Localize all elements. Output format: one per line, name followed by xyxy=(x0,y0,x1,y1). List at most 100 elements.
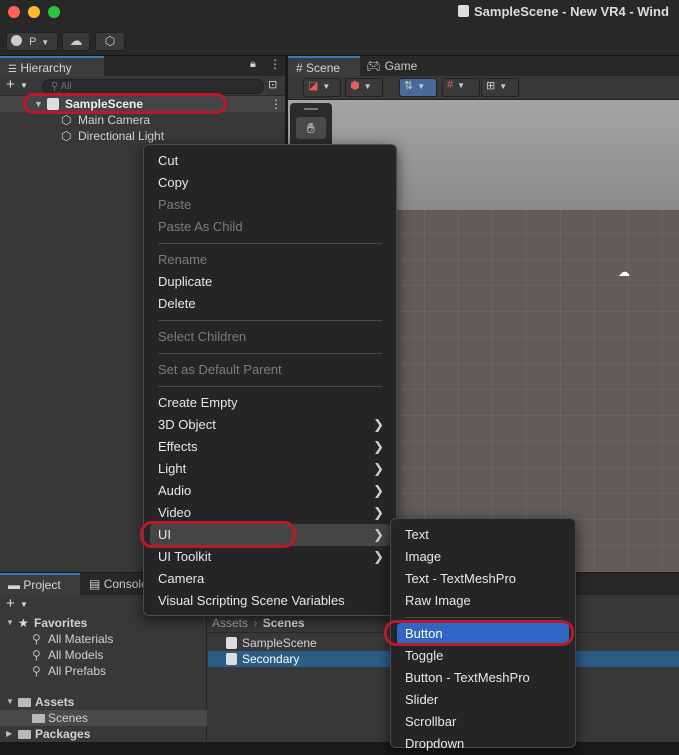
chevron-right-icon: ❯ xyxy=(373,461,384,476)
collab-button[interactable]: ⬡ xyxy=(95,32,125,51)
menu-item-slider[interactable]: Slider xyxy=(397,689,569,711)
draw-mode-button[interactable]: ◪ ▼ xyxy=(303,78,341,97)
cloud-icon: ☁ xyxy=(69,33,83,48)
more-options-icon[interactable]: ⋮ xyxy=(269,57,281,71)
folder-icon xyxy=(18,730,31,739)
menu-item-camera[interactable]: Camera xyxy=(150,568,390,590)
menu-item-ui-toolkit[interactable]: UI Toolkit ❯ xyxy=(150,546,390,568)
tree-label: All Materials xyxy=(48,632,114,646)
add-icon[interactable]: + xyxy=(6,76,15,93)
unity-scene-icon xyxy=(226,653,237,665)
menu-separator xyxy=(158,386,382,387)
gizmo-toggle-button[interactable]: ⇅ ▼ xyxy=(399,78,437,97)
star-icon: ★ xyxy=(18,616,29,630)
chevron-right-icon: ❯ xyxy=(373,483,384,498)
menu-item-delete[interactable]: Delete xyxy=(150,293,390,315)
chevron-right-icon: ❯ xyxy=(373,505,384,520)
menu-item-label: Light xyxy=(158,461,187,476)
zoom-window-button[interactable] xyxy=(48,6,60,18)
chevron-down-icon[interactable]: ▼ xyxy=(20,600,28,609)
account-icon xyxy=(11,35,22,46)
hierarchy-item-directional-light[interactable]: ⬡ Directional Light xyxy=(0,128,285,144)
tab-console[interactable]: ▤ Console xyxy=(89,577,148,591)
tree-label: Packages xyxy=(35,727,91,741)
menu-item-button-textmeshpro[interactable]: Button - TextMeshPro xyxy=(397,667,569,689)
chevron-right-icon: › xyxy=(253,616,258,630)
chevron-down-icon[interactable]: ▼ xyxy=(6,694,14,710)
grid-snap-button[interactable]: # ▼ xyxy=(442,78,480,97)
add-icon[interactable]: + xyxy=(6,595,15,612)
tree-item-favorites[interactable]: ▼ ★ Favorites xyxy=(0,615,207,631)
grid-icon: # xyxy=(296,61,303,75)
menu-item-dropdown[interactable]: Dropdown xyxy=(397,733,569,755)
menu-item-cut[interactable]: Cut xyxy=(150,150,390,172)
account-button[interactable]: P ▼ xyxy=(6,32,58,51)
more-options-icon[interactable]: ⋮ xyxy=(270,96,282,112)
window-title: SampleScene - New VR4 - Wind xyxy=(458,4,669,19)
hierarchy-list-icon: ☰ xyxy=(8,64,17,75)
tree-item-assets[interactable]: ▼ Assets xyxy=(0,694,207,710)
menu-item-light[interactable]: Light ❯ xyxy=(150,458,390,480)
menu-item-set-default-parent: Set as Default Parent xyxy=(158,362,282,377)
menu-item-paste: Paste xyxy=(158,197,192,212)
search-icon: ⚲ xyxy=(32,664,41,678)
hierarchy-tab-label: Hierarchy xyxy=(20,61,72,75)
close-window-button[interactable] xyxy=(8,6,20,18)
lock-icon[interactable]: 🔒︎ xyxy=(250,58,256,71)
chevron-down-icon[interactable]: ▼ xyxy=(6,615,14,631)
hierarchy-item-main-camera[interactable]: ⬡ Main Camera xyxy=(0,112,285,128)
menu-separator xyxy=(158,243,382,244)
menu-item-select-children: Select Children xyxy=(158,329,247,344)
gameobject-name: Directional Light xyxy=(78,129,165,143)
hand-tool-icon[interactable]: ✋︎ xyxy=(296,117,326,139)
menu-item-create-empty[interactable]: Create Empty xyxy=(150,392,390,414)
menu-item-visual-scripting-scene-variables[interactable]: Visual Scripting Scene Variables xyxy=(150,590,390,612)
folder-icon xyxy=(32,714,45,723)
tab-hierarchy[interactable]: ☰ Hierarchy xyxy=(0,56,104,76)
menu-item-label: Audio xyxy=(158,483,192,498)
title-bar: SampleScene - New VR4 - Wind xyxy=(0,0,679,26)
window-title-text: SampleScene - New VR4 - Wind xyxy=(474,4,669,19)
tab-game[interactable]: 🎮︎ Game xyxy=(366,59,417,73)
chevron-down-icon: ▼ xyxy=(41,38,50,47)
directional-light-gizmo-icon[interactable]: ☁ xyxy=(618,265,630,279)
menu-item-image[interactable]: Image xyxy=(397,546,569,568)
breadcrumb-item-assets[interactable]: Assets xyxy=(212,616,248,630)
project-folder-tree: ▼ ★ Favorites ⚲ All Materials ⚲ All Mode… xyxy=(0,615,207,743)
file-name: SampleScene xyxy=(242,636,317,650)
tree-item-packages[interactable]: ▶ Packages xyxy=(0,726,207,742)
highlight-ring xyxy=(23,93,227,114)
cube-icon: ⬢ xyxy=(350,80,360,92)
console-icon: ▤ xyxy=(89,577,101,591)
folder-icon xyxy=(18,698,31,707)
snap-increment-button[interactable]: ⊞ ▼ xyxy=(481,78,519,97)
menu-item-text[interactable]: Text xyxy=(397,524,569,546)
project-tab-label: Project xyxy=(23,578,61,592)
move-tool-icon: ⇅ xyxy=(404,80,414,92)
tab-project[interactable]: ▬ Project xyxy=(0,573,80,595)
breadcrumb-item-scenes[interactable]: Scenes xyxy=(263,616,305,630)
menu-item-audio[interactable]: Audio ❯ xyxy=(150,480,390,502)
minimize-window-button[interactable] xyxy=(28,6,40,18)
menu-item-raw-image[interactable]: Raw Image xyxy=(397,590,569,612)
tab-scene[interactable]: # Scene xyxy=(288,56,360,76)
menu-item-duplicate[interactable]: Duplicate xyxy=(150,271,390,293)
menu-item-copy[interactable]: Copy xyxy=(150,172,390,194)
tree-item-all-materials[interactable]: ⚲ All Materials xyxy=(0,631,207,647)
drag-handle[interactable] xyxy=(304,108,318,110)
highlight-ring xyxy=(140,521,296,548)
shading-mode-button[interactable]: ⬢ ▼ xyxy=(345,78,383,97)
menu-item-scrollbar[interactable]: Scrollbar xyxy=(397,711,569,733)
tree-item-all-prefabs[interactable]: ⚲ All Prefabs xyxy=(0,663,207,679)
menu-item-toggle[interactable]: Toggle xyxy=(397,645,569,667)
menu-item-effects[interactable]: Effects ❯ xyxy=(150,436,390,458)
menu-item-3d-object[interactable]: 3D Object ❯ xyxy=(150,414,390,436)
tree-item-all-models[interactable]: ⚲ All Models xyxy=(0,647,207,663)
chevron-down-icon[interactable]: ▼ xyxy=(20,81,28,90)
cloud-button[interactable]: ☁ xyxy=(62,32,90,51)
menu-item-text-textmeshpro[interactable]: Text - TextMeshPro xyxy=(397,568,569,590)
chevron-right-icon[interactable]: ▶ xyxy=(6,726,12,742)
hierarchy-search-input[interactable]: ⚲ All xyxy=(42,79,264,94)
tree-item-scenes[interactable]: Scenes xyxy=(0,710,207,726)
search-filter-icon[interactable]: ⊡ xyxy=(268,78,277,91)
